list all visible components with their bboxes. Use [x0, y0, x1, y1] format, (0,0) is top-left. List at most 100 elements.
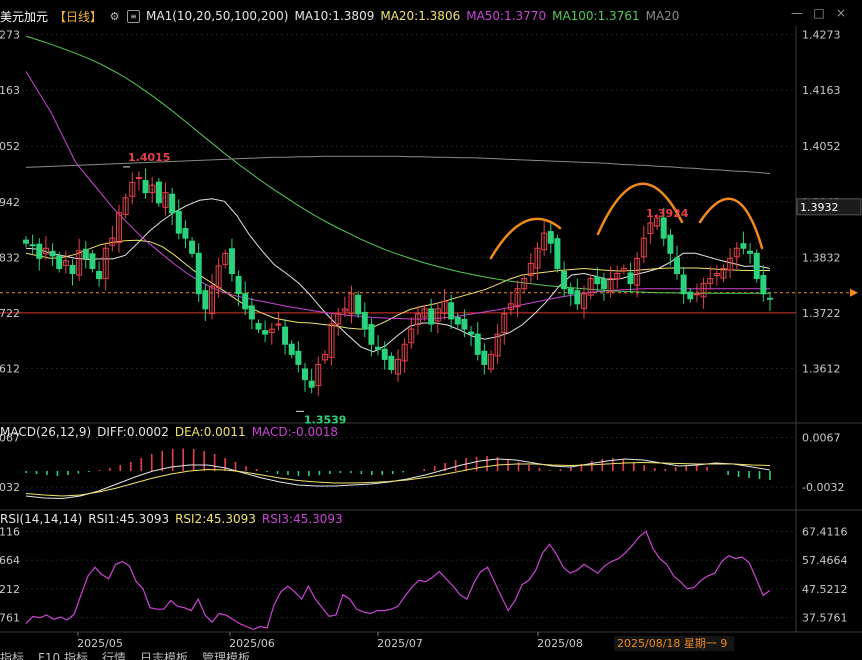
ma-params[interactable]: MA1(10,20,50,100,200)	[146, 9, 288, 23]
macd-params[interactable]: MACD(26,12,9)	[0, 425, 91, 439]
candle-body	[448, 302, 455, 320]
ma10-value: MA10:1.3809	[294, 9, 375, 23]
current-price-label: 1.3932	[800, 201, 839, 214]
rsi-tick-left: 212	[0, 583, 20, 596]
candle-body	[594, 276, 601, 285]
cursor-date-label: 2025/08/18 星期一 9	[617, 637, 727, 650]
candle-body	[202, 290, 209, 310]
right-shoulder-arc	[698, 197, 764, 250]
macd-tick-label: 0.0067	[802, 432, 841, 445]
chart-canvas[interactable]: 1.42732731.41631631.40520521.39429421.38…	[0, 0, 862, 660]
macd-dea: DEA:0.0011	[174, 425, 246, 439]
candle-body	[89, 253, 96, 269]
ma50-value: MA50:1.3770	[466, 9, 547, 23]
candle-body	[481, 350, 488, 365]
marked-high-label: 1.4015	[128, 151, 170, 164]
rsi-tick-label: 47.5212	[802, 583, 848, 596]
candle-body	[561, 270, 568, 290]
candle-body	[235, 276, 242, 295]
candle-body	[49, 250, 56, 257]
candle-body	[687, 291, 694, 300]
rsi-params[interactable]: RSI(14,14,14)	[0, 512, 82, 526]
macd-diff: DIFF:0.0002	[97, 425, 169, 439]
candle-body	[693, 293, 700, 296]
candle-body	[189, 240, 196, 254]
bottom-tab[interactable]: 日志模板	[140, 652, 188, 660]
candle-body	[388, 355, 395, 370]
ma10-line	[25, 198, 771, 353]
moving-average-lines	[25, 35, 771, 353]
candle-body	[667, 234, 674, 254]
candle-body	[461, 318, 468, 330]
maximize-icon[interactable]: □	[812, 6, 826, 20]
bottom-tab[interactable]: 行情	[102, 652, 126, 660]
candle-body	[275, 323, 282, 326]
x-tick-label: 2025/06	[229, 637, 275, 650]
price-tick-label: 1.3722	[802, 307, 841, 320]
rsi-panel[interactable]	[25, 530, 771, 631]
candle-body	[308, 380, 315, 388]
candle-body	[96, 270, 103, 280]
settings-icon[interactable]: ⚙	[108, 10, 121, 23]
candle-body	[248, 305, 255, 320]
marked-recent-label: 1.3924	[646, 207, 689, 220]
price-tick-label: 1.4052	[802, 140, 841, 153]
window-controls: — □ ×	[790, 6, 848, 20]
candle-body	[282, 326, 289, 345]
price-header: 美元加元 【日线】 ⚙ ≡ MA1(10,20,50,100,200) MA10…	[0, 6, 679, 26]
x-tick-label: 2025/08	[537, 637, 583, 650]
candle-body	[361, 311, 368, 330]
rsi-tick-label: 37.5761	[802, 612, 848, 625]
minimize-icon[interactable]: —	[790, 6, 804, 20]
rsi-tick-left: 116	[0, 525, 20, 538]
macd-tick-left: 032	[0, 481, 20, 494]
candle-body	[69, 264, 76, 275]
close-icon[interactable]: ×	[834, 6, 848, 20]
candle-body	[680, 274, 687, 295]
candle-body	[182, 228, 189, 239]
price-tick-label: 1.4273	[802, 29, 841, 42]
candle-body	[23, 239, 29, 244]
rsi3-value: RSI3:45.3093	[261, 512, 343, 526]
rsi-line	[25, 530, 771, 631]
candle-body	[355, 294, 362, 315]
symbol-name[interactable]: 美元加元	[0, 8, 48, 25]
candle-body	[295, 350, 302, 365]
ma100-value: MA100:1.3761	[552, 9, 640, 23]
rsi-tick-left: 664	[0, 554, 20, 567]
candle-body	[228, 248, 235, 275]
price-tick-label: 1.3612	[802, 362, 841, 375]
candle-body	[767, 297, 773, 300]
macd-panel[interactable]	[25, 448, 771, 500]
bottom-tab[interactable]: 管理模板	[202, 652, 250, 660]
x-tick-label: 2025/07	[377, 637, 423, 650]
candle-body	[740, 243, 747, 249]
candle-body	[175, 210, 182, 234]
price-tick-left: 163	[0, 84, 20, 97]
rsi-header: RSI(14,14,14) RSI1:45.3093 RSI2:45.3093 …	[0, 512, 343, 526]
candle-body	[36, 243, 43, 259]
rsi-tick-left: 761	[0, 612, 20, 625]
last-price-marker	[850, 288, 858, 297]
toggle-icon[interactable]: ≡	[127, 9, 141, 23]
rsi1-value: RSI1:45.3093	[88, 512, 170, 526]
candle-body	[288, 343, 295, 355]
ma20-line	[25, 239, 770, 330]
bottom-tab[interactable]: 指标	[0, 652, 24, 660]
price-tick-label: 1.3832	[802, 251, 841, 264]
price-tick-left: 942	[0, 196, 20, 209]
candle-body	[56, 255, 63, 269]
bottom-tab[interactable]: F10 指标	[38, 652, 88, 660]
candle-body	[381, 348, 388, 360]
candle-body	[255, 323, 262, 330]
rsi-tick-label: 57.4664	[802, 554, 848, 567]
macd-tick-label: -0.0032	[802, 481, 844, 494]
price-tick-left: 273	[0, 29, 20, 42]
candle-body	[760, 275, 767, 295]
period-label[interactable]: 【日线】	[54, 8, 102, 25]
price-tick-label: 1.4163	[802, 84, 841, 97]
rsi-tick-label: 67.4116	[802, 525, 848, 538]
candle-body	[454, 316, 461, 325]
ma200-value: MA20	[645, 9, 680, 23]
candle-body	[753, 252, 760, 280]
